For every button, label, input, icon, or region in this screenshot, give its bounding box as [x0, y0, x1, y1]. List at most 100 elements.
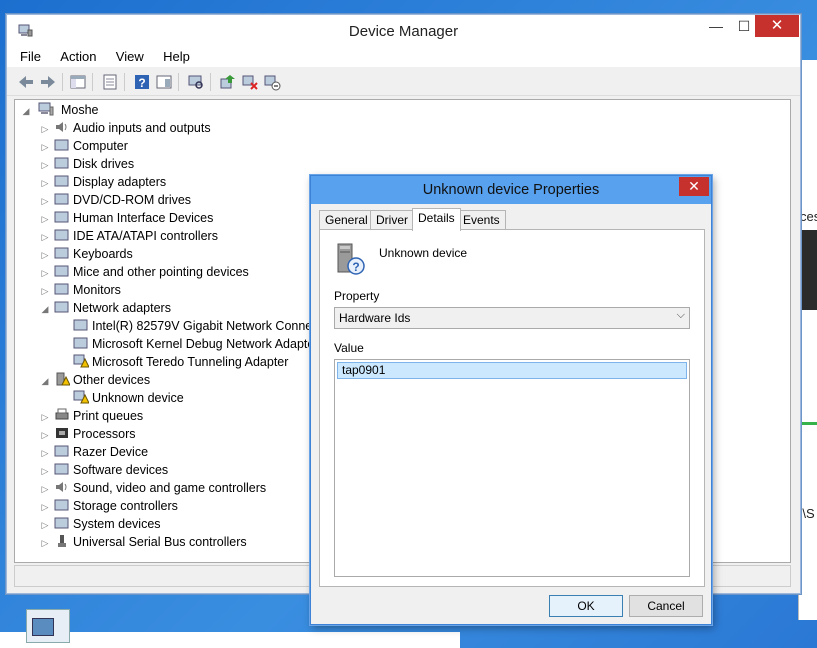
tab-driver[interactable]: Driver [370, 210, 414, 230]
tree-child-item[interactable]: Unknown device [59, 389, 184, 407]
dialog-title: Unknown device Properties [422, 182, 600, 198]
tree-category[interactable]: ▷ Display adapters [40, 173, 167, 192]
expand-arrow-icon[interactable]: ▷ [40, 210, 50, 228]
collapse-arrow-icon[interactable]: ◢ [40, 372, 50, 390]
network-adapter-icon [73, 319, 88, 331]
uninstall-device-icon[interactable] [241, 73, 259, 91]
tree-item-label: Storage controllers [73, 499, 178, 513]
network-adapter-icon [73, 337, 88, 349]
expand-arrow-icon[interactable]: ▷ [40, 282, 50, 300]
storage-controller-icon [54, 499, 69, 511]
back-arrow-icon[interactable] [17, 73, 35, 91]
menu-help[interactable]: Help [160, 47, 193, 67]
background-dark-panel [799, 230, 817, 310]
tab-general[interactable]: General [319, 210, 374, 230]
network-adapter-warning-icon [73, 354, 89, 368]
expand-arrow-icon[interactable]: ▷ [40, 156, 50, 174]
tree-category[interactable]: ▷ Mice and other pointing devices [40, 263, 249, 281]
expand-arrow-icon[interactable]: ▷ [40, 498, 50, 516]
tree-category[interactable]: ▷ Razer Device [40, 443, 149, 462]
display-adapter-icon [54, 175, 69, 187]
expand-arrow-icon[interactable]: ▷ [40, 444, 50, 462]
collapse-arrow-icon[interactable]: ◢ [40, 300, 50, 318]
close-button[interactable]: ✕ [755, 15, 799, 37]
expand-arrow-icon[interactable]: ▷ [40, 516, 50, 534]
tree-item-label: Network adapters [73, 301, 171, 315]
tree-category[interactable]: ▷ Computer [40, 137, 128, 155]
tree-category[interactable]: ▷ Monitors [40, 281, 121, 299]
tree-category[interactable]: ▷ Processors [40, 425, 136, 443]
unknown-device-warning-icon [73, 390, 89, 404]
unknown-device-icon: ? [337, 243, 365, 275]
tree-item-label: Processors [73, 427, 136, 441]
ok-button[interactable]: OK [549, 595, 623, 617]
expand-arrow-icon[interactable]: ▷ [40, 138, 50, 156]
razer-device-icon [54, 445, 69, 457]
tree-item-label: System devices [73, 517, 161, 531]
tree-category[interactable]: ▷ Sound, video and game controllers [40, 479, 267, 498]
property-dropdown[interactable]: Hardware Ids ⌵ [334, 307, 690, 329]
tree-item-label: Other devices [73, 373, 151, 387]
scan-hardware-icon[interactable] [187, 73, 205, 91]
disable-device-icon[interactable] [263, 73, 281, 91]
tree-category[interactable]: ◢ Other devices [40, 371, 150, 389]
collapse-arrow-icon[interactable]: ◢ [21, 102, 31, 120]
desktop-shortcut-icon[interactable] [26, 609, 70, 643]
expand-arrow-icon[interactable]: ▷ [40, 120, 50, 138]
expand-arrow-icon[interactable]: ▷ [40, 534, 50, 552]
tree-child-item[interactable]: Microsoft Kernel Debug Network Adapte [59, 335, 314, 353]
expand-arrow-icon[interactable]: ▷ [40, 246, 50, 264]
tree-category[interactable]: ▷ Keyboards [40, 245, 133, 263]
toolbar-separator [124, 73, 125, 91]
forward-arrow-icon[interactable] [39, 73, 57, 91]
tree-category[interactable]: ▷ Audio inputs and outputs [40, 119, 211, 137]
tree-category[interactable]: ▷ Storage controllers [40, 497, 178, 515]
tree-item-label: Unknown device [92, 391, 184, 405]
value-list-item[interactable]: tap0901 [337, 362, 687, 379]
show-hide-tree-icon[interactable] [69, 73, 87, 91]
dialog-title-bar[interactable]: Unknown device Properties ✕ [311, 176, 711, 204]
tree-item-label: Computer [73, 139, 128, 153]
tab-events[interactable]: Events [457, 210, 506, 230]
tree-child-item[interactable]: Intel(R) 82579V Gigabit Network Connecti [59, 317, 325, 335]
expand-arrow-icon[interactable]: ▷ [40, 192, 50, 210]
tree-category[interactable]: ▷ System devices [40, 515, 161, 533]
cancel-button[interactable]: Cancel [629, 595, 703, 617]
menu-view[interactable]: View [113, 47, 147, 67]
expand-arrow-icon[interactable]: ▷ [40, 228, 50, 246]
tree-item-label: Print queues [73, 409, 144, 423]
tree-category[interactable]: ◢ Network adapters [40, 299, 171, 317]
tree-item-label: Human Interface Devices [73, 211, 214, 225]
tree-category[interactable]: ▷ Human Interface Devices [40, 209, 214, 228]
value-list[interactable]: tap0901 [334, 359, 690, 577]
expand-arrow-icon[interactable]: ▷ [40, 264, 50, 282]
tree-child-item[interactable]: Microsoft Teredo Tunneling Adapter [59, 353, 288, 371]
tree-category[interactable]: ▷ Print queues [40, 407, 143, 425]
expand-arrow-icon[interactable]: ▷ [40, 462, 50, 480]
expand-arrow-icon[interactable]: ▷ [40, 408, 50, 426]
update-driver-icon[interactable] [219, 73, 237, 91]
tree-item-label: Microsoft Teredo Tunneling Adapter [92, 355, 289, 369]
menu-file[interactable]: File [17, 47, 44, 67]
expand-arrow-icon[interactable]: ▷ [40, 174, 50, 192]
action-pane-icon[interactable] [155, 73, 173, 91]
title-bar[interactable]: Device Manager — ☐ ✕ [7, 15, 800, 47]
software-device-icon [54, 463, 69, 475]
tree-category[interactable]: ▷ Software devices [40, 461, 169, 480]
device-name: Unknown device [379, 246, 468, 260]
help-icon[interactable]: ? [133, 73, 151, 91]
tree-category[interactable]: ▷ Disk drives [40, 155, 135, 174]
tree-item-label: Keyboards [73, 247, 133, 261]
tree-root[interactable]: ◢ Moshe [21, 101, 99, 119]
tab-details[interactable]: Details [412, 208, 461, 231]
tree-category[interactable]: ▷ IDE ATA/ATAPI controllers [40, 227, 218, 245]
tree-category[interactable]: ▷ Universal Serial Bus controllers [40, 533, 247, 551]
menu-action[interactable]: Action [57, 47, 99, 67]
tree-category[interactable]: ▷ DVD/CD-ROM drives [40, 191, 192, 210]
dialog-close-button[interactable]: ✕ [679, 177, 709, 196]
expand-arrow-icon[interactable]: ▷ [40, 426, 50, 444]
expand-arrow-icon[interactable]: ▷ [40, 480, 50, 498]
unknown-device-icon [56, 372, 70, 386]
printer-icon [55, 408, 69, 420]
properties-icon[interactable] [101, 73, 119, 91]
